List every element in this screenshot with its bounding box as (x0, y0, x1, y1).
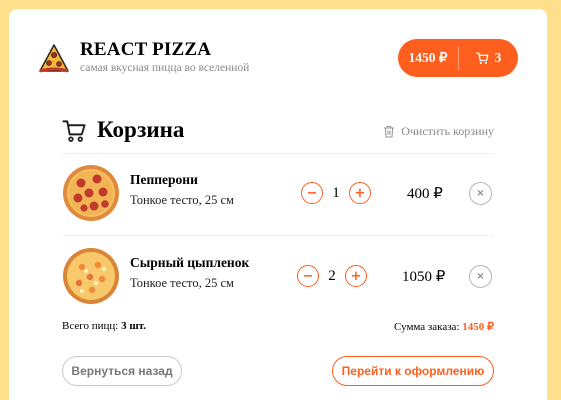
pizza-image (63, 165, 119, 221)
header-cart-button[interactable]: 1450 ₽ 3 (398, 39, 518, 77)
logo-title[interactable]: REACT PIZZA (80, 39, 211, 61)
main-card: REACT PIZZA самая вкусная пицца во вселе… (9, 9, 547, 400)
remove-item-button[interactable]: × (469, 265, 492, 288)
increase-button[interactable]: + (349, 182, 371, 204)
quantity-value: 1 (332, 184, 340, 201)
total-sum-value: 1450 ₽ (462, 321, 494, 333)
total-count-value: 3 шт. (121, 320, 146, 332)
item-price: 1050 ₽ (402, 269, 446, 285)
item-description: Тонкое тесто, 25 см (130, 276, 234, 290)
item-name: Пепперони (130, 172, 198, 187)
cart-total-price: 1450 ₽ (408, 50, 448, 65)
total-sum-label: Сумма заказа: (394, 321, 460, 333)
remove-item-button[interactable]: × (469, 182, 492, 205)
cart-icon (475, 52, 489, 64)
cart-item: Сырный цыпленок Тонкое тесто, 25 см − 2 … (62, 247, 494, 307)
item-name: Сырный цыпленок (130, 255, 250, 270)
back-button[interactable]: Вернуться назад (62, 356, 182, 386)
page-title: Корзина (97, 117, 185, 142)
checkout-button[interactable]: Перейти к оформлению (332, 356, 494, 386)
divider (62, 235, 494, 236)
total-sum: Сумма заказа: 1450 ₽ (394, 320, 494, 333)
total-count: Всего пицц: 3 шт. (62, 320, 146, 332)
decrease-button[interactable]: − (301, 182, 323, 204)
pizza-slice-icon (39, 44, 69, 73)
clear-cart-button[interactable]: Очистить корзину (383, 124, 494, 139)
quantity-stepper: − 1 + (301, 182, 371, 204)
cart-item: Пепперони Тонкое тесто, 25 см − 1 + 400 … (62, 164, 494, 224)
clear-cart-label: Очистить корзину (401, 124, 494, 138)
logo-subtitle: самая вкусная пицца во вселенной (80, 62, 250, 74)
increase-button[interactable]: + (345, 265, 367, 287)
decrease-button[interactable]: − (297, 265, 319, 287)
cart-count-wrapper: 3 (459, 50, 518, 66)
pizza-image (63, 248, 119, 304)
cart-count: 3 (494, 50, 502, 65)
total-count-label: Всего пицц: (62, 320, 119, 332)
cart-title-row: Корзина Очистить корзину (62, 114, 494, 152)
item-description: Тонкое тесто, 25 см (130, 193, 234, 207)
divider (62, 153, 494, 154)
quantity-stepper: − 2 + (297, 265, 367, 287)
header: REACT PIZZA самая вкусная пицца во вселе… (9, 9, 547, 99)
item-price: 400 ₽ (407, 186, 443, 202)
quantity-value: 2 (328, 267, 336, 284)
trash-icon (384, 125, 395, 138)
cart-icon (62, 120, 86, 142)
